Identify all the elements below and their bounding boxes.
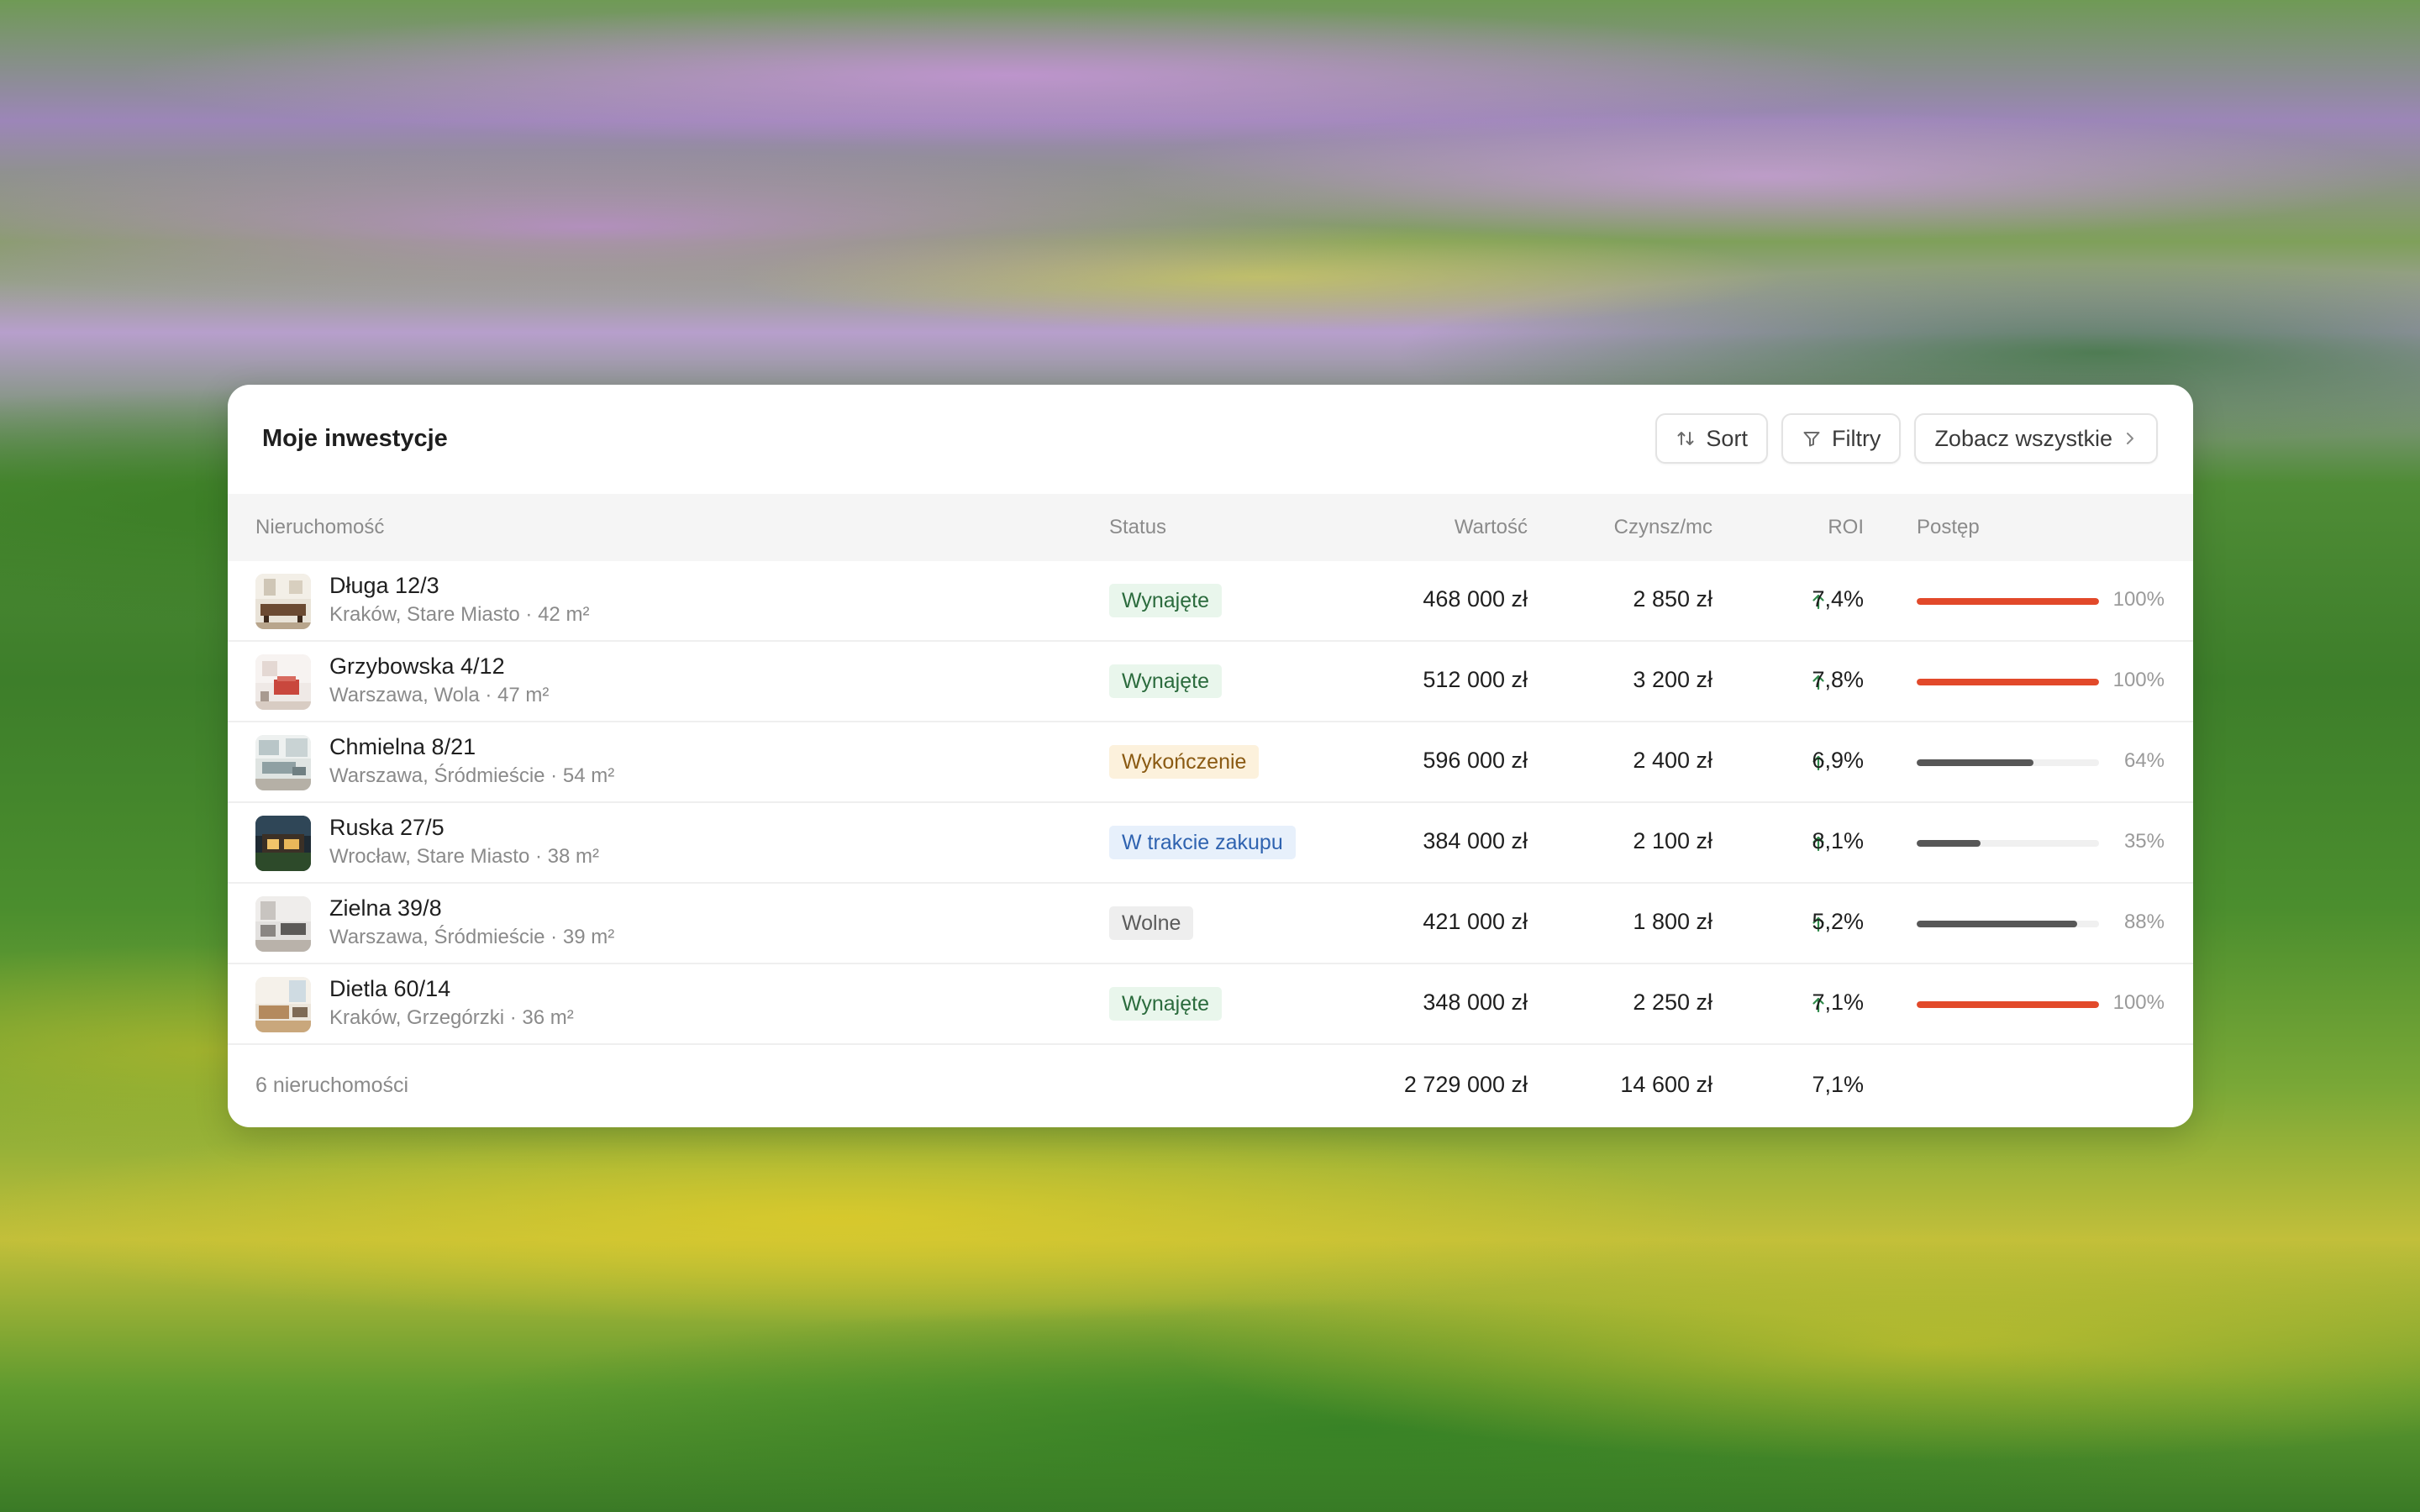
average-roi: 7,1% — [1812, 1072, 1864, 1097]
property-rent: 2 250 zł — [1633, 990, 1712, 1015]
property-roi: 5,2% — [1812, 909, 1864, 934]
filter-button[interactable]: Filtry — [1781, 413, 1902, 464]
column-header-value[interactable]: Wartość — [1455, 516, 1528, 539]
property-location: Warszawa, Śródmieście · 39 m² — [329, 926, 615, 948]
property-thumbnail — [255, 735, 311, 790]
property-name: Długa 12/3 — [329, 573, 439, 598]
column-header-rent[interactable]: Czynsz/mc — [1614, 516, 1712, 539]
table-row[interactable]: Chmielna 8/21 Warszawa, Śródmieście · 54… — [228, 722, 2193, 803]
status-badge: W trakcie zakupu — [1109, 826, 1296, 859]
property-name: Grzybowska 4/12 — [329, 654, 505, 679]
progress-bar — [1917, 921, 2099, 927]
status-badge: Wolne — [1109, 906, 1194, 940]
total-value: 2 729 000 zł — [1403, 1072, 1528, 1097]
table-header: Nieruchomość Status Wartość Czynsz/mc RO… — [228, 494, 2193, 561]
progress-percent: 100% — [2112, 588, 2165, 611]
property-value: 596 000 zł — [1423, 748, 1528, 773]
chevron-right-icon — [2123, 429, 2138, 448]
progress-bar-fill — [1917, 759, 2033, 766]
property-location: Warszawa, Wola · 47 m² — [329, 684, 550, 706]
panel-title: Moje inwestycje — [262, 425, 448, 452]
property-location: Wrocław, Stare Miasto · 38 m² — [329, 845, 599, 868]
progress-bar-fill — [1917, 840, 1981, 847]
progress-percent: 64% — [2123, 749, 2165, 772]
property-name: Chmielna 8/21 — [329, 734, 476, 759]
property-name: Dietla 60/14 — [329, 976, 451, 1001]
property-value: 421 000 zł — [1423, 909, 1528, 934]
property-roi: 7,8% — [1812, 667, 1864, 692]
property-name: Zielna 39/8 — [329, 895, 442, 921]
property-location: Kraków, Stare Miasto · 42 m² — [329, 603, 590, 626]
property-roi: 6,9% — [1812, 748, 1864, 773]
progress-percent: 100% — [2112, 991, 2165, 1014]
view-all-button[interactable]: Zobacz wszystkie — [1914, 413, 2158, 464]
table-row[interactable]: Grzybowska 4/12 Warszawa, Wola · 47 m² W… — [228, 642, 2193, 722]
progress-bar — [1917, 598, 2099, 605]
property-rent: 2 100 zł — [1633, 828, 1712, 853]
property-location: Kraków, Grzegórzki · 36 m² — [329, 1006, 574, 1029]
property-thumbnail — [255, 574, 311, 629]
property-value: 348 000 zł — [1423, 990, 1528, 1015]
status-badge: Wynajęte — [1109, 584, 1222, 617]
filter-label: Filtry — [1831, 425, 1881, 451]
filter-funnel-icon — [1802, 428, 1822, 449]
progress-bar-fill — [1917, 921, 2077, 927]
progress-bar-fill — [1917, 1001, 2099, 1008]
property-roi: 8,1% — [1812, 828, 1864, 853]
panel-header: Moje inwestycje Sort Filtry Zobacz wszys… — [228, 385, 2193, 494]
progress-bar — [1917, 679, 2099, 685]
column-header-progress[interactable]: Postęp — [1917, 516, 1980, 539]
column-header-property[interactable]: Nieruchomość — [255, 516, 384, 539]
toolbar: Sort Filtry Zobacz wszystkie — [1655, 413, 2158, 464]
column-header-status[interactable]: Status — [1109, 516, 1166, 539]
table-row[interactable]: Ruska 27/5 Wrocław, Stare Miasto · 38 m²… — [228, 803, 2193, 884]
progress-bar — [1917, 1001, 2099, 1008]
status-badge: Wynajęte — [1109, 987, 1222, 1021]
column-header-roi[interactable]: ROI — [1828, 516, 1864, 539]
status-badge: Wynajęte — [1109, 664, 1222, 698]
property-rent: 2 850 zł — [1633, 586, 1712, 612]
sort-arrows-icon — [1676, 428, 1696, 449]
table-row[interactable]: Zielna 39/8 Warszawa, Śródmieście · 39 m… — [228, 884, 2193, 964]
progress-bar-fill — [1917, 598, 2099, 605]
property-name: Ruska 27/5 — [329, 815, 445, 840]
property-thumbnail — [255, 977, 311, 1032]
property-rent: 3 200 zł — [1633, 667, 1712, 692]
sort-button[interactable]: Sort — [1655, 413, 1768, 464]
property-thumbnail — [255, 654, 311, 710]
view-all-label: Zobacz wszystkie — [1934, 425, 2112, 451]
property-thumbnail — [255, 896, 311, 952]
property-location: Warszawa, Śródmieście · 54 m² — [329, 764, 615, 787]
table-row[interactable]: Długa 12/3 Kraków, Stare Miasto · 42 m² … — [228, 561, 2193, 642]
investments-panel: Moje inwestycje Sort Filtry Zobacz wszys… — [228, 385, 2193, 1127]
property-value: 468 000 zł — [1423, 586, 1528, 612]
property-value: 512 000 zł — [1423, 667, 1528, 692]
status-badge: Wykończenie — [1109, 745, 1260, 779]
total-rent: 14 600 zł — [1620, 1072, 1712, 1097]
property-rent: 1 800 zł — [1633, 909, 1712, 934]
progress-bar — [1917, 840, 2099, 847]
property-rent: 2 400 zł — [1633, 748, 1712, 773]
property-thumbnail — [255, 816, 311, 871]
sort-label: Sort — [1706, 425, 1748, 451]
property-value: 384 000 zł — [1423, 828, 1528, 853]
table-footer: 6 nieruchomości 2 729 000 zł 14 600 zł 7… — [228, 1045, 2193, 1127]
property-roi: 7,4% — [1812, 586, 1864, 612]
property-roi: 7,1% — [1812, 990, 1864, 1015]
progress-percent: 88% — [2123, 911, 2165, 933]
progress-bar — [1917, 759, 2099, 766]
progress-percent: 35% — [2123, 830, 2165, 853]
table-row[interactable]: Dietla 60/14 Kraków, Grzegórzki · 36 m² … — [228, 964, 2193, 1045]
progress-bar-fill — [1917, 679, 2099, 685]
progress-percent: 100% — [2112, 669, 2165, 691]
property-count: 6 nieruchomości — [255, 1074, 409, 1097]
